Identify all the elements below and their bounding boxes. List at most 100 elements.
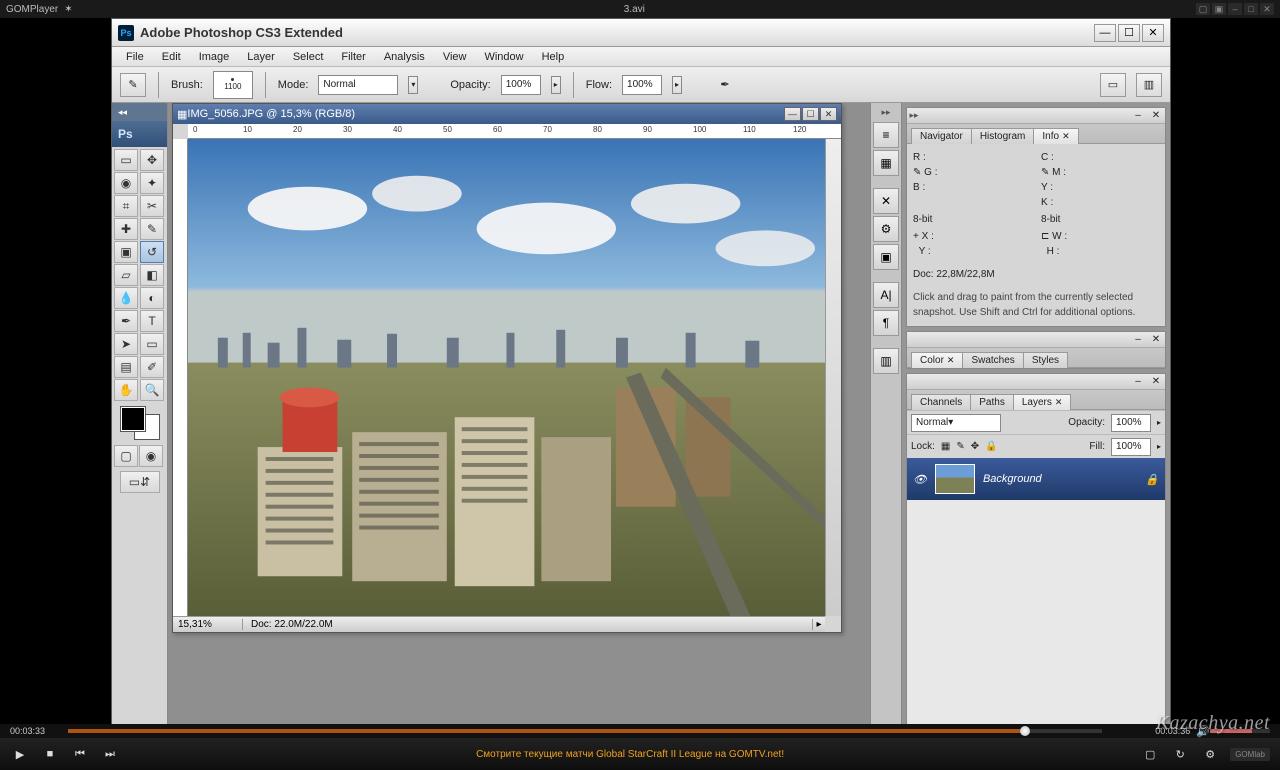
menu-analysis[interactable]: Analysis: [376, 49, 433, 65]
tab-layers[interactable]: Layers✕: [1013, 394, 1072, 410]
tab-histogram[interactable]: Histogram: [971, 128, 1035, 144]
gomlab-tag[interactable]: GOMlab: [1230, 748, 1270, 761]
palette-toggle-icon[interactable]: ▭: [1100, 73, 1126, 97]
move-tool[interactable]: ✥: [140, 149, 164, 171]
tool-preset-picker[interactable]: ✎: [120, 73, 146, 97]
path-select-tool[interactable]: ➤: [114, 333, 138, 355]
shape-tool[interactable]: ▭: [140, 333, 164, 355]
control-b[interactable]: ↻: [1170, 744, 1190, 764]
layer-name[interactable]: Background: [983, 473, 1042, 485]
stamp-tool[interactable]: ▣: [114, 241, 138, 263]
ruler-vertical[interactable]: [173, 139, 188, 616]
menu-edit[interactable]: Edit: [154, 49, 189, 65]
layer-fill-input[interactable]: 100%: [1111, 438, 1151, 456]
menu-help[interactable]: Help: [534, 49, 573, 65]
color-swatches[interactable]: [112, 403, 167, 443]
menu-file[interactable]: File: [118, 49, 152, 65]
opacity-arrow-icon[interactable]: ▸: [551, 76, 561, 94]
brush-tool[interactable]: ✎: [140, 218, 164, 240]
ps-minimize-button[interactable]: —: [1094, 24, 1116, 42]
marquee-text[interactable]: Смотрите текущие матчи Global StarCraft …: [130, 749, 1130, 760]
ps-close-button[interactable]: ✕: [1142, 24, 1164, 42]
opacity-input[interactable]: 100%: [501, 75, 541, 95]
tab-navigator[interactable]: Navigator: [911, 128, 972, 144]
dock-tools-icon[interactable]: ✕: [873, 188, 899, 214]
toolbox-collapse[interactable]: ◂◂: [112, 103, 167, 121]
visibility-eye-icon[interactable]: 👁: [913, 473, 927, 486]
wand-tool[interactable]: ✦: [140, 172, 164, 194]
zoom-tool[interactable]: 🔍: [140, 379, 164, 401]
hand-tool[interactable]: ✋: [114, 379, 138, 401]
healing-tool[interactable]: ✚: [114, 218, 138, 240]
doc-close[interactable]: ✕: [820, 107, 837, 121]
layer-row-background[interactable]: 👁 Background 🔒: [907, 458, 1165, 500]
type-tool[interactable]: T: [140, 310, 164, 332]
foreground-color[interactable]: [121, 407, 145, 431]
gom-minimize[interactable]: –: [1228, 3, 1242, 15]
tab-styles[interactable]: Styles: [1023, 352, 1068, 368]
eyedropper-tool[interactable]: ✐: [140, 356, 164, 378]
screen-mode-icon[interactable]: ▭⇵: [120, 471, 160, 493]
tab-paths[interactable]: Paths: [970, 394, 1014, 410]
tab-color[interactable]: Color✕: [911, 352, 963, 368]
notes-tool[interactable]: ▤: [114, 356, 138, 378]
pen-tool[interactable]: ✒: [114, 310, 138, 332]
tab-swatches[interactable]: Swatches: [962, 352, 1023, 368]
seek-knob[interactable]: [1020, 726, 1030, 736]
slice-tool[interactable]: ✂: [140, 195, 164, 217]
layer-opacity-input[interactable]: 100%: [1111, 414, 1151, 432]
color-panel-close[interactable]: ✕: [1147, 334, 1165, 345]
lock-move-icon[interactable]: ✥: [971, 441, 979, 452]
dock-clone-icon[interactable]: ⚙: [873, 216, 899, 242]
gom-btn-b[interactable]: ▣: [1212, 3, 1226, 15]
dodge-tool[interactable]: ◐: [140, 287, 164, 309]
lock-paint-icon[interactable]: ✎: [956, 441, 964, 452]
lock-trans-icon[interactable]: ▦: [941, 441, 950, 452]
tab-info[interactable]: Info✕: [1033, 128, 1078, 144]
flow-arrow-icon[interactable]: ▸: [672, 76, 682, 94]
brush-preview[interactable]: 1100: [213, 71, 253, 99]
gom-close[interactable]: ✕: [1260, 3, 1274, 15]
lock-all-icon[interactable]: 🔒: [985, 441, 997, 452]
standard-mode-icon[interactable]: ▢: [114, 445, 138, 467]
panel-collapse-icon[interactable]: ▸▸: [907, 110, 921, 121]
status-arrow-icon[interactable]: ▸: [813, 619, 825, 630]
flow-input[interactable]: 100%: [622, 75, 662, 95]
zoom-display[interactable]: 15,31%: [173, 619, 243, 630]
control-c[interactable]: ⚙: [1200, 744, 1220, 764]
stop-button[interactable]: ■: [40, 744, 60, 764]
control-a[interactable]: ▢: [1140, 744, 1160, 764]
dock-actions-icon[interactable]: ▥: [873, 348, 899, 374]
doc-maximize[interactable]: ☐: [802, 107, 819, 121]
dock-sliders-icon[interactable]: ≡: [873, 122, 899, 148]
mode-select[interactable]: Normal: [318, 75, 398, 95]
layers-panel-close[interactable]: ✕: [1147, 376, 1165, 387]
play-button[interactable]: ▶: [10, 744, 30, 764]
airbrush-icon[interactable]: ✒: [712, 73, 738, 97]
dock-char-icon[interactable]: A|: [873, 282, 899, 308]
workspace-icon[interactable]: ▥: [1136, 73, 1162, 97]
eraser-tool[interactable]: ▱: [114, 264, 138, 286]
panel-close-icon[interactable]: ✕: [1147, 110, 1165, 121]
volume-icon[interactable]: 🔊: [1196, 725, 1210, 738]
layers-panel-min[interactable]: –: [1129, 376, 1147, 387]
next-button[interactable]: ⏭: [100, 744, 120, 764]
menu-window[interactable]: Window: [476, 49, 531, 65]
tab-channels[interactable]: Channels: [911, 394, 971, 410]
document-titlebar[interactable]: ▦ IMG_5056.JPG @ 15,3% (RGB/8) — ☐ ✕: [173, 104, 841, 124]
blend-mode-select[interactable]: Normal ▾: [911, 414, 1001, 432]
volume-slider[interactable]: [1210, 729, 1270, 733]
menu-view[interactable]: View: [435, 49, 475, 65]
dock-para-icon[interactable]: ¶: [873, 310, 899, 336]
ps-maximize-button[interactable]: ☐: [1118, 24, 1140, 42]
dock-comp-icon[interactable]: ▣: [873, 244, 899, 270]
menu-select[interactable]: Select: [285, 49, 332, 65]
crop-tool[interactable]: ⌗: [114, 195, 138, 217]
mode-dropdown-icon[interactable]: ▾: [408, 76, 418, 94]
quickmask-mode-icon[interactable]: ◉: [139, 445, 163, 467]
settings-icon[interactable]: ✶: [64, 4, 72, 15]
panel-min-icon[interactable]: –: [1129, 110, 1147, 121]
strip-collapse[interactable]: ▸▸: [871, 107, 901, 121]
ps-titlebar[interactable]: Ps Adobe Photoshop CS3 Extended — ☐ ✕: [112, 19, 1170, 47]
gom-btn-a[interactable]: ▢: [1196, 3, 1210, 15]
